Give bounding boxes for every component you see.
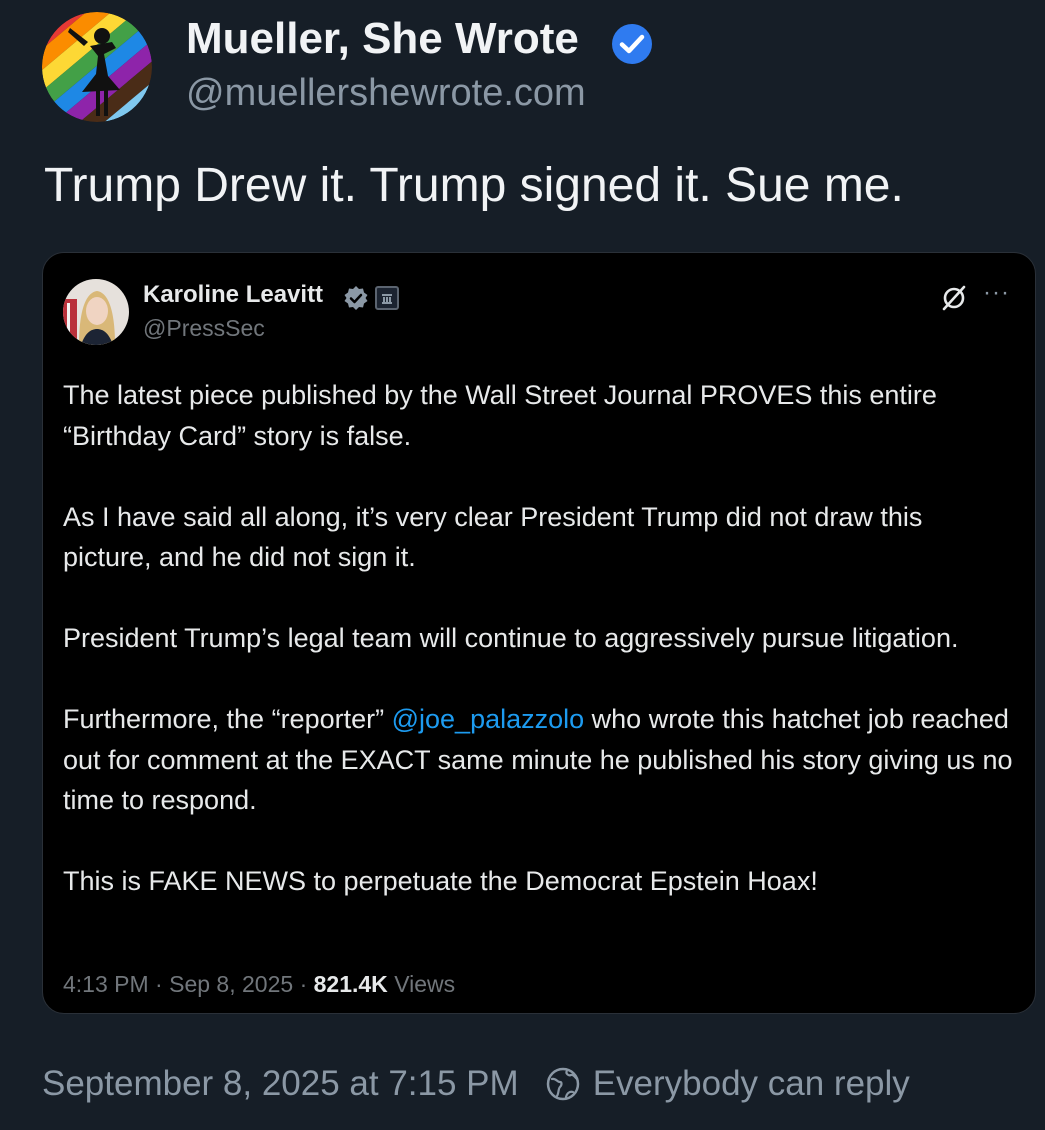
mention-link: @joe_palazzolo [391,704,585,734]
more-icon: ··· [983,279,1010,306]
quoted-author-name: Karoline Leavitt [143,281,324,308]
quoted-post-body: The latest piece published by the Wall S… [63,375,1015,942]
views-label: Views [394,971,456,997]
author-display-name[interactable]: Mueller, She Wrote [186,14,579,64]
author-handle[interactable]: @muellershewrote.com [186,72,586,115]
quoted-post-meta: 4:13 PM · Sep 8, 2025 · 821.4K Views [63,971,455,998]
verified-badge-icon [612,24,652,64]
globe-icon [546,1067,579,1101]
quoted-paragraph: President Trump’s legal team will contin… [63,623,959,653]
grok-icon [942,285,966,311]
author-avatar[interactable] [42,12,152,122]
quoted-paragraph: This is FAKE NEWS to perpetuate the Demo… [63,866,818,896]
quoted-date: Sep 8, 2025 [169,971,294,997]
quoted-time: 4:13 PM [63,971,149,997]
quoted-author-avatar [63,279,129,345]
quoted-paragraph-text: Furthermore, the “reporter” [63,704,392,734]
post-text: Trump Drew it. Trump signed it. Sue me. [44,159,904,212]
meta-separator: · [155,971,163,997]
post: Mueller, She Wrote @muellershewrote.com … [0,0,1045,1130]
post-footer: September 8, 2025 at 7:15 PM Everybody c… [42,1064,910,1104]
quoted-paragraph: As I have said all along, it’s very clea… [63,501,923,573]
quoted-author-handle: @PressSec [143,315,265,341]
quoted-post-screenshot[interactable]: Karoline Leavitt @PressSec ··· The lates… [42,252,1036,1014]
verified-badge-icon [344,286,368,310]
government-building-icon [375,286,399,310]
meta-separator: · [299,971,308,997]
reply-setting[interactable]: Everybody can reply [593,1064,910,1104]
post-timestamp[interactable]: September 8, 2025 at 7:15 PM [42,1064,519,1104]
views-count: 821.4K [313,971,388,997]
quoted-paragraph: Furthermore, the “reporter” @joe_palazzo… [63,699,1015,821]
quoted-paragraph: The latest piece published by the Wall S… [63,380,937,451]
